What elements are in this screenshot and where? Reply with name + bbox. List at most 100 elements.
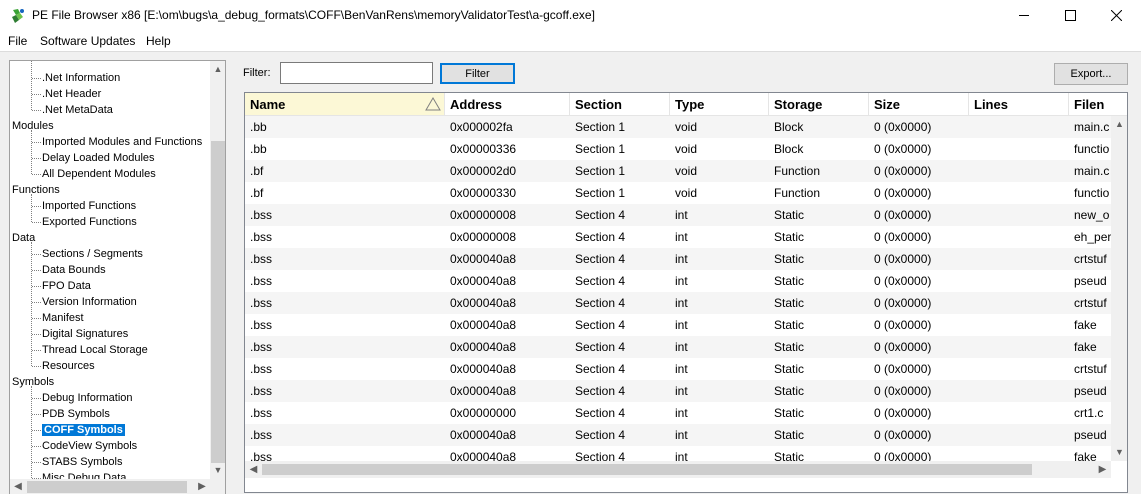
menu-help[interactable]: Help <box>146 34 171 48</box>
tree-item[interactable]: Imported Functions <box>32 198 136 214</box>
tree-item-label: .Net Header <box>42 88 102 100</box>
tree-item[interactable]: Exported Functions <box>32 214 137 230</box>
column-header-lines[interactable]: Lines <box>969 93 1069 116</box>
table-cell-address: 0x000040a8 <box>450 428 517 442</box>
tree-connector <box>32 141 41 143</box>
scrollbar-thumb[interactable] <box>211 141 225 463</box>
tree-item[interactable]: Sections / Segments <box>32 246 143 262</box>
tree-horizontal-scrollbar[interactable]: ◀ ▶ <box>10 479 210 494</box>
tree-item[interactable]: Delay Loaded Modules <box>32 150 155 166</box>
column-header-size[interactable]: Size <box>869 93 969 116</box>
tree-category[interactable]: Functions <box>12 182 60 198</box>
scroll-up-icon[interactable]: ▲ <box>210 61 225 78</box>
tree-item[interactable]: COFF Symbols <box>32 422 125 438</box>
tree-connector <box>32 413 41 415</box>
table-cell-type: void <box>675 186 698 200</box>
table-row[interactable]: .bb 0x000002fa Section 1 void Block 0 (0x0000… <box>245 116 1113 138</box>
menu-software-updates[interactable]: Software Updates <box>40 34 135 48</box>
table-cell-name: .bss <box>250 252 273 266</box>
tree-item[interactable]: Data Bounds <box>32 262 106 278</box>
tree-item-label: Version Information <box>42 296 137 308</box>
maximize-button[interactable] <box>1047 0 1093 31</box>
column-header-type[interactable]: Type <box>670 93 769 116</box>
tree-item[interactable]: .Net MetaData <box>32 102 113 118</box>
tree-connector <box>32 397 41 399</box>
table-row[interactable]: .bss 0x00000008 Section 4 int Static 0 (0x000… <box>245 204 1113 226</box>
table-cell-name: .bf <box>250 186 264 200</box>
scrollbar-corner <box>210 479 225 494</box>
table-cell-storage: Block <box>774 142 804 156</box>
table-cell-name: .bb <box>250 142 267 156</box>
table-row[interactable]: .bb 0x00000336 Section 1 void Block 0 (0x0000… <box>245 138 1113 160</box>
table-row[interactable]: .bss 0x00000008 Section 4 int Static 0 (0x000… <box>245 226 1113 248</box>
tree-item[interactable]: All Dependent Modules <box>32 166 156 182</box>
scroll-left-icon[interactable]: ◀ <box>10 479 26 494</box>
tree-item[interactable]: Version Information <box>32 294 137 310</box>
table-row[interactable]: .bss 0x000040a8 Section 4 int Static 0 (0x000… <box>245 248 1113 270</box>
tree-item[interactable]: PDB Symbols <box>32 406 110 422</box>
table-row[interactable]: .bss 0x000040a8 Section 4 int Static 0 (0x000… <box>245 270 1113 292</box>
scroll-right-icon[interactable]: ▶ <box>1094 461 1111 478</box>
menu-file[interactable]: File <box>8 34 27 48</box>
table-cell-lines <box>969 380 1069 402</box>
tree-item-label: Modules <box>12 120 54 132</box>
tree-item[interactable]: .Net Information <box>32 70 120 86</box>
table-row[interactable]: .bf 0x00000330 Section 1 void Function 0 (0x0… <box>245 182 1113 204</box>
export-button[interactable]: Export... <box>1054 63 1128 85</box>
table-cell-address: 0x000040a8 <box>450 384 517 398</box>
table-row[interactable]: .bss 0x000040a8 Section 4 int Static 0 (0x000… <box>245 380 1113 402</box>
table-cell-size: 0 (0x0000) <box>874 252 932 266</box>
tree-item[interactable]: Thread Local Storage <box>32 342 148 358</box>
column-header-filen[interactable]: Filen <box>1069 93 1127 116</box>
scroll-right-icon[interactable]: ▶ <box>194 479 210 494</box>
column-header-storage[interactable]: Storage <box>769 93 869 116</box>
filter-input[interactable] <box>280 62 433 84</box>
filter-label: Filter: <box>243 67 271 79</box>
column-header-name[interactable]: Name <box>245 93 445 116</box>
table-horizontal-scrollbar[interactable]: ◀ ▶ <box>245 461 1111 478</box>
tree-vertical-scrollbar[interactable]: ▲ ▼ <box>210 61 225 479</box>
scrollbar-thumb[interactable] <box>262 464 1032 475</box>
table-row[interactable]: .bss 0x000040a8 Section 4 int Static 0 (0x000… <box>245 358 1113 380</box>
table-cell-size: 0 (0x0000) <box>874 406 932 420</box>
tree-item[interactable]: Debug Information <box>32 390 133 406</box>
table-row[interactable]: .bss 0x000040a8 Section 4 int Static 0 (0x000… <box>245 336 1113 358</box>
column-header-section[interactable]: Section <box>570 93 670 116</box>
table-cell-address: 0x000002fa <box>450 120 513 134</box>
table-cell-size: 0 (0x0000) <box>874 142 932 156</box>
tree-item[interactable]: .Net Header <box>32 86 101 102</box>
tree-item[interactable]: Imported Modules and Functions <box>32 134 202 150</box>
filter-button[interactable]: Filter <box>440 63 515 84</box>
table-cell-type: int <box>675 384 688 398</box>
table-row[interactable]: .bss 0x000040a8 Section 4 int Static 0 (0x000… <box>245 424 1113 446</box>
column-header-address[interactable]: Address <box>445 93 570 116</box>
tree-item[interactable]: Digital Signatures <box>32 326 128 342</box>
minimize-button[interactable] <box>1001 0 1047 31</box>
tree-category[interactable]: Symbols <box>12 374 54 390</box>
scroll-down-icon[interactable]: ▼ <box>1111 444 1127 461</box>
tree-category[interactable]: Modules <box>12 118 54 134</box>
table-vertical-scrollbar[interactable]: ▲ ▼ <box>1111 116 1127 461</box>
table-cell-lines <box>969 226 1069 248</box>
tree-item[interactable]: CodeView Symbols <box>32 438 137 454</box>
table-row[interactable]: .bss 0x00000000 Section 4 int Static 0 (0x000… <box>245 402 1113 424</box>
table-row[interactable]: .bf 0x000002d0 Section 1 void Function 0 (0x0… <box>245 160 1113 182</box>
tree-item[interactable]: STABS Symbols <box>32 454 123 470</box>
tree-item[interactable]: Resources <box>32 358 95 374</box>
table-cell-section: Section 4 <box>575 406 626 420</box>
scroll-up-icon[interactable]: ▲ <box>1111 116 1127 133</box>
table-row[interactable]: .bss 0x000040a8 Section 4 int Static 0 (0x000… <box>245 314 1113 336</box>
table-cell-address: 0x000040a8 <box>450 296 517 310</box>
scroll-left-icon[interactable]: ◀ <box>245 461 262 478</box>
table-cell-size: 0 (0x0000) <box>874 208 932 222</box>
table-cell-name: .bss <box>250 208 273 222</box>
scrollbar-thumb[interactable] <box>27 481 187 493</box>
table-row[interactable]: .bss 0x000040a8 Section 4 int Static 0 (0x000… <box>245 292 1113 314</box>
table-cell-name: .bb <box>250 120 267 134</box>
tree-item[interactable]: FPO Data <box>32 278 91 294</box>
close-button[interactable] <box>1093 0 1139 31</box>
tree-item[interactable]: Manifest <box>32 310 84 326</box>
tree-item-label: FPO Data <box>42 280 91 292</box>
scroll-down-icon[interactable]: ▼ <box>210 462 225 479</box>
table-cell-name: .bss <box>250 384 273 398</box>
